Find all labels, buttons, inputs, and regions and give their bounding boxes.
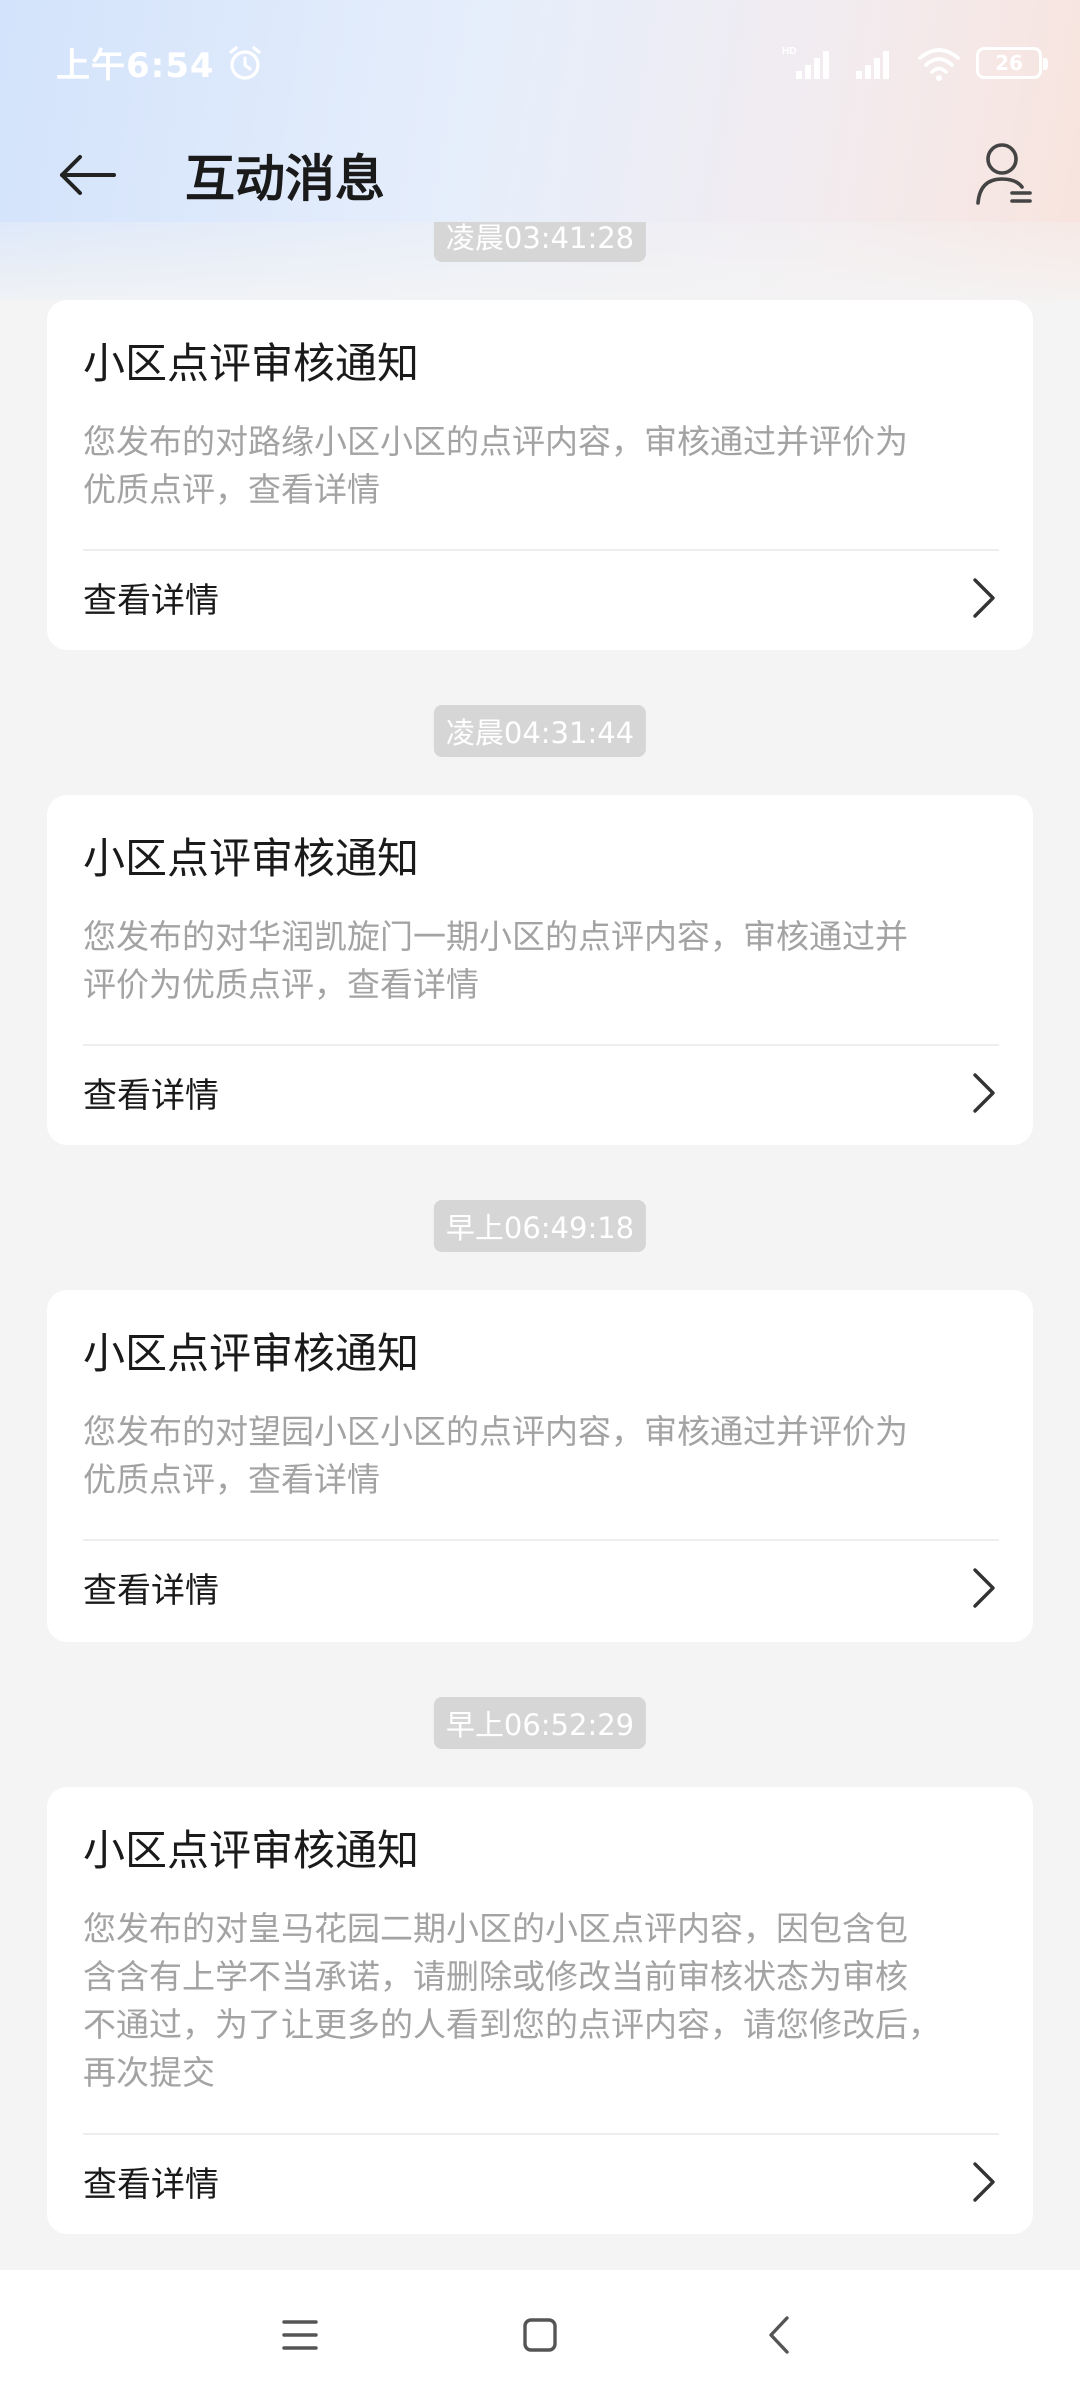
message-card: 小区点评审核通知 您发布的对皇马花园二期小区的小区点评内容，因包含包 含含有上学…	[47, 1787, 1033, 2234]
view-details-link[interactable]: 查看详情	[83, 573, 219, 622]
status-left: 上午6:54	[56, 38, 265, 87]
signal-badge-text: HD	[782, 46, 796, 57]
message-body-line: 您发布的对路缘小区小区的点评内容，审核通过并评价为	[83, 422, 908, 461]
message-body-line: 再次提交	[83, 2053, 215, 2092]
chevron-right-icon[interactable]	[969, 1566, 999, 1610]
message-body: 您发布的对路缘小区小区的点评内容，审核通过并评价为 优质点评，查看详情	[83, 418, 993, 514]
message-title: 小区点评审核通知	[83, 339, 420, 388]
recent-apps-button[interactable]	[270, 2305, 330, 2365]
card-divider	[83, 1044, 999, 1046]
message-body-line: 您发布的对华润凯旋门一期小区的点评内容，审核通过并	[83, 917, 908, 956]
arrow-left-icon	[60, 155, 116, 195]
signal-hd-icon: HD	[782, 46, 829, 79]
message-title: 小区点评审核通知	[83, 834, 420, 883]
message-card: 小区点评审核通知 您发布的对望园小区小区的点评内容，审核通过并评价为 优质点评，…	[47, 1290, 1033, 1642]
status-bar: 上午6:54 HD 26	[0, 0, 1080, 125]
message-timestamp: 早上06:49:18	[433, 1200, 647, 1252]
message-title: 小区点评审核通知	[83, 1329, 420, 1378]
message-title: 小区点评审核通知	[83, 1826, 420, 1875]
message-body-line: 优质点评，查看详情	[83, 470, 380, 509]
message-body-line: 您发布的对皇马花园二期小区的小区点评内容，因包含包	[83, 1909, 908, 1948]
message-body: 您发布的对望园小区小区的点评内容，审核通过并评价为 优质点评，查看详情	[83, 1408, 993, 1504]
page-title: 互动消息	[185, 150, 385, 208]
chevron-left-icon	[769, 2316, 789, 2354]
user-settings-icon	[976, 143, 1032, 205]
app-header: 互动消息	[0, 125, 1080, 225]
message-body-line: 优质点评，查看详情	[83, 1460, 380, 1499]
message-body: 您发布的对华润凯旋门一期小区的点评内容，审核通过并 评价为优质点评，查看详情	[83, 913, 993, 1009]
message-card: 小区点评审核通知 您发布的对华润凯旋门一期小区的点评内容，审核通过并 评价为优质…	[47, 795, 1033, 1145]
profile-button[interactable]	[972, 137, 1042, 213]
message-body: 您发布的对皇马花园二期小区的小区点评内容，因包含包 含含有上学不当承诺，请删除或…	[83, 1905, 993, 2097]
message-card: 小区点评审核通知 您发布的对路缘小区小区的点评内容，审核通过并评价为 优质点评，…	[47, 300, 1033, 650]
menu-icon	[282, 2320, 318, 2350]
status-time: 上午6:54	[56, 46, 215, 86]
card-divider	[83, 2133, 999, 2135]
card-divider	[83, 549, 999, 551]
back-button[interactable]	[58, 145, 124, 205]
message-body-line: 不通过，为了让更多的人看到您的点评内容，请您修改后，	[83, 2005, 941, 2044]
message-body-line: 含含有上学不当承诺，请删除或修改当前审核状态为审核	[83, 1957, 908, 1996]
view-details-link[interactable]: 查看详情	[83, 1068, 219, 1117]
home-button[interactable]	[510, 2305, 570, 2365]
system-nav-bar	[0, 2270, 1080, 2400]
wifi-icon	[918, 47, 960, 81]
chevron-right-icon[interactable]	[969, 1071, 999, 1115]
view-details-link[interactable]: 查看详情	[83, 1563, 219, 1612]
chevron-right-icon[interactable]	[969, 2160, 999, 2204]
alarm-icon	[228, 45, 261, 80]
chevron-right-icon[interactable]	[969, 576, 999, 620]
signal-icon	[856, 50, 889, 79]
square-icon	[523, 2318, 557, 2352]
card-divider	[83, 1539, 999, 1541]
message-timestamp: 凌晨04:31:44	[433, 705, 647, 757]
message-timestamp: 早上06:52:29	[433, 1697, 647, 1749]
battery-icon: 26	[976, 46, 1048, 79]
view-details-link[interactable]: 查看详情	[83, 2157, 219, 2206]
system-back-button[interactable]	[750, 2305, 810, 2365]
message-body-line: 评价为优质点评，查看详情	[83, 965, 479, 1004]
message-body-line: 您发布的对望园小区小区的点评内容，审核通过并评价为	[83, 1412, 908, 1451]
battery-level: 26	[995, 50, 1023, 75]
status-right: HD 26	[780, 43, 1048, 83]
